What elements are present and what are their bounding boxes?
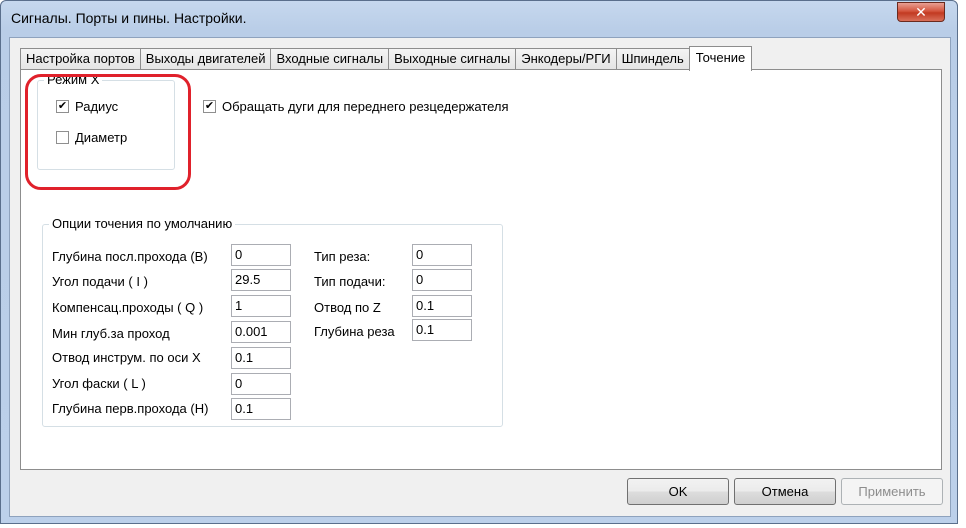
tab-input-signals[interactable]: Входные сигналы (270, 48, 390, 70)
close-icon: ✕ (915, 3, 927, 20)
cut-depth-label: Глубина реза (314, 324, 395, 339)
x-retract-label: Отвод инструм. по оси X (52, 350, 201, 365)
tab-output-signals[interactable]: Выходные сигналы (388, 48, 517, 70)
turning-defaults-group: Опции точения по умолчанию Глубина посл.… (42, 216, 503, 427)
cut-type-label: Тип реза: (314, 249, 371, 264)
infeed-angle-label: Угол подачи ( I ) (52, 274, 148, 289)
reverse-arcs-label: Обращать дуги для переднего резцедержате… (222, 99, 509, 114)
cut-type-input[interactable]: 0 (412, 244, 472, 266)
close-button[interactable]: ✕ (897, 2, 945, 22)
tab-encoders[interactable]: Энкодеры/РГИ (515, 48, 617, 70)
apply-button[interactable]: Применить (841, 478, 943, 505)
tab-turning[interactable]: Точение (688, 46, 753, 71)
spring-passes-label: Компенсац.проходы ( Q ) (52, 300, 204, 315)
first-pass-depth-label: Глубина перв.прохода (H) (52, 401, 209, 416)
cut-depth-input[interactable]: 0.1 (412, 319, 472, 341)
window-title: Сигналы. Порты и пины. Настройки. (11, 10, 247, 26)
tab-panel-turning: Режим X ✔ Радиус Диаметр ✔ Обращать дуги… (20, 69, 942, 470)
spring-passes-input[interactable]: 1 (231, 295, 291, 317)
last-pass-depth-input[interactable]: 0 (231, 244, 291, 266)
dialog-window: Сигналы. Порты и пины. Настройки. ✕ Наст… (0, 0, 958, 524)
chamfer-angle-label: Угол фаски ( L ) (52, 376, 146, 391)
last-pass-depth-label: Глубина посл.прохода (В) (52, 249, 208, 264)
infeed-angle-input[interactable]: 29.5 (231, 269, 291, 291)
chamfer-angle-input[interactable]: 0 (231, 373, 291, 395)
min-depth-per-pass-label: Мин глуб.за проход (52, 326, 170, 341)
first-pass-depth-input[interactable]: 0.1 (231, 398, 291, 420)
feed-type-input[interactable]: 0 (412, 269, 472, 291)
reverse-arcs-checkbox[interactable]: ✔ Обращать дуги для переднего резцедержа… (203, 99, 509, 114)
tab-spindle[interactable]: Шпиндель (615, 48, 690, 70)
tab-strip: Настройка портов Выходы двигателей Входн… (20, 46, 753, 71)
x-retract-input[interactable]: 0.1 (231, 347, 291, 369)
min-depth-per-pass-input[interactable]: 0.001 (231, 321, 291, 343)
red-highlight-annotation (25, 74, 191, 190)
tab-motor-outputs[interactable]: Выходы двигателей (139, 48, 272, 70)
tab-port-settings[interactable]: Настройка портов (20, 48, 141, 70)
ok-button[interactable]: OK (627, 478, 729, 505)
feed-type-label: Тип подачи: (314, 274, 386, 289)
z-retract-input[interactable]: 0.1 (412, 295, 472, 317)
dialog-client-area: Настройка портов Выходы двигателей Входн… (9, 37, 951, 517)
checkbox-check-icon: ✔ (203, 100, 216, 113)
title-bar[interactable]: Сигналы. Порты и пины. Настройки. ✕ (1, 1, 957, 37)
turning-defaults-legend: Опции точения по умолчанию (49, 216, 236, 232)
cancel-button[interactable]: Отмена (734, 478, 836, 505)
z-retract-label: Отвод по Z (314, 300, 381, 315)
